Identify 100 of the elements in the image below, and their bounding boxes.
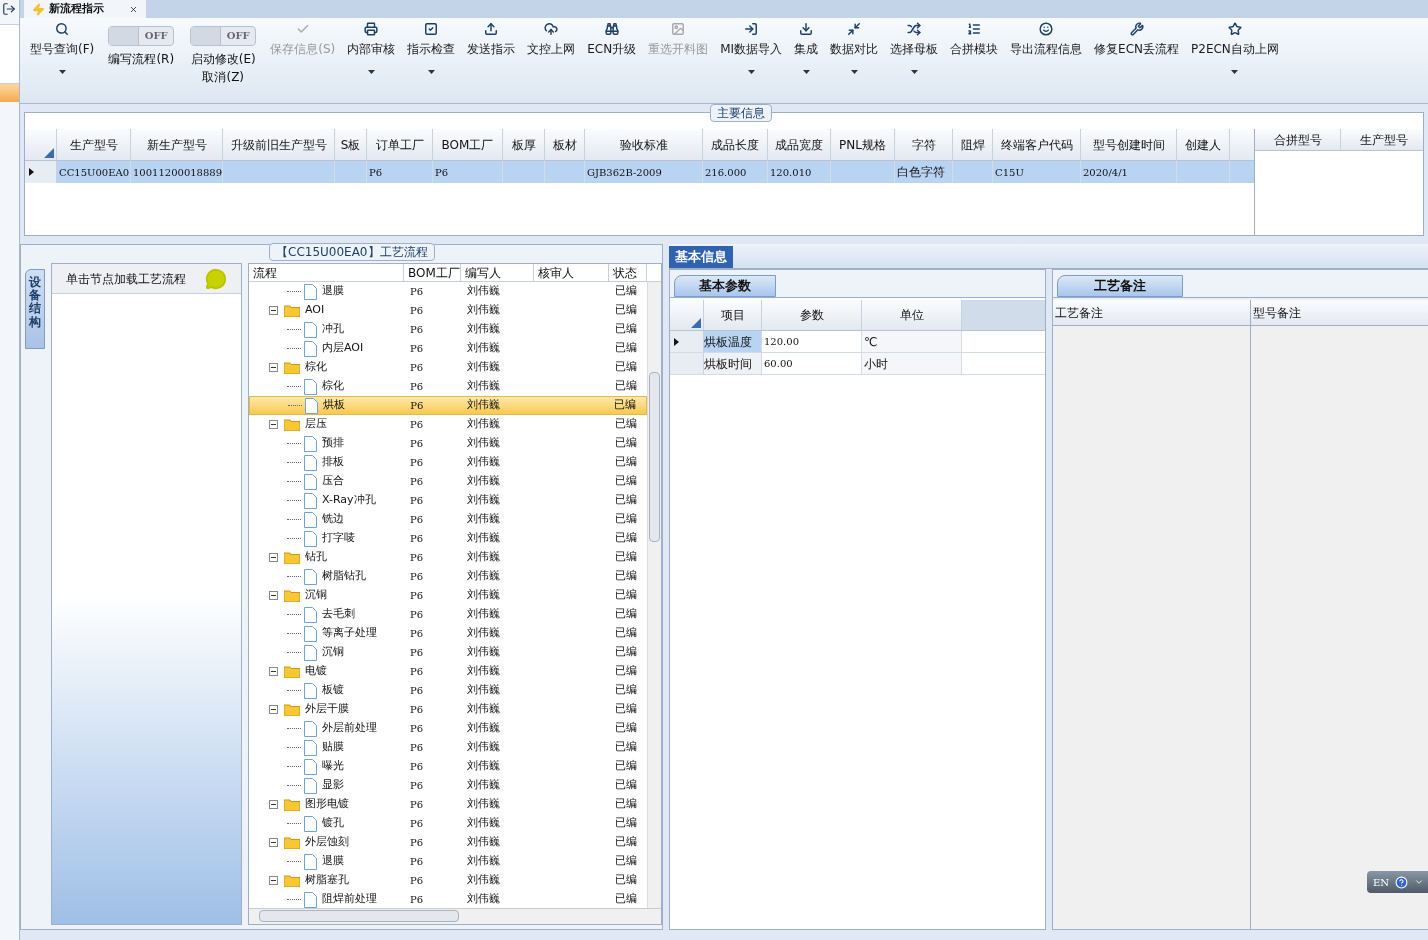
column-header[interactable]: 编写人 [461,264,534,281]
toolbar-button[interactable]: MI数据导入 [714,18,789,102]
tree-row[interactable]: X-Ray冲孔 P6 刘伟巍 已编 [249,491,647,510]
tree-row[interactable]: 等离子处理 P6 刘伟巍 已编 [249,624,647,643]
column-header[interactable]: 阻焊 [953,129,993,160]
panel-tab[interactable]: 基本信息 [669,246,733,268]
minus-box-icon[interactable] [269,363,278,372]
column-header[interactable]: 升级前旧生产型号 [223,129,335,160]
toolbar-button[interactable]: 集成 [788,18,825,102]
toolbar-button[interactable]: 修复ECN丢流程 [1088,18,1186,102]
column-header[interactable]: 字符 [895,129,953,160]
column-header[interactable]: 板厚 [503,129,545,160]
tree-row[interactable]: 贴膜 P6 刘伟巍 已编 [249,738,647,757]
column-header[interactable]: 合拼型号 [1255,129,1341,150]
tree-row[interactable]: 板镀 P6 刘伟巍 已编 [249,681,647,700]
tree-row[interactable]: 退膜 P6 刘伟巍 已编 [249,282,647,301]
tree-row[interactable]: 电镀 P6 刘伟巍 已编 [249,662,647,681]
toggle-switch[interactable]: OFF [190,26,257,46]
tree-row[interactable]: 棕化 P6 刘伟巍 已编 [249,377,647,396]
tree-row[interactable]: 棕化 P6 刘伟巍 已编 [249,358,647,377]
document-tab[interactable]: 新流程指示 [24,0,146,18]
toolbar-button[interactable]: P2ECN自动上网 [1185,18,1285,102]
column-header[interactable]: 型号备注 [1251,300,1428,325]
panel-tab[interactable]: 工艺备注 [1057,275,1183,297]
tree-row[interactable]: AOI P6 刘伟巍 已编 [249,301,647,320]
column-header[interactable]: BOM工厂 [433,129,503,160]
tree-row[interactable]: 树脂钻孔 P6 刘伟巍 已编 [249,567,647,586]
tree-row[interactable]: 排板 P6 刘伟巍 已编 [249,453,647,472]
cancel-button[interactable]: 取消(Z) [202,68,245,86]
column-header[interactable]: 验收标准 [585,129,703,160]
tree-row[interactable]: 内层AOI P6 刘伟巍 已编 [249,339,647,358]
column-header[interactable]: BOM工厂 [404,264,461,281]
column-header[interactable]: 成品宽度 [768,129,831,160]
language-bar[interactable]: EN [1367,871,1428,893]
minus-box-icon[interactable] [269,876,278,885]
column-header[interactable]: 订单工厂 [367,129,433,160]
vertical-scrollbar[interactable] [647,282,661,908]
toolbar-button[interactable]: 内部审核 [341,18,402,102]
toolbar-button[interactable]: 数据对比 [824,18,885,102]
exit-icon[interactable] [2,2,16,16]
column-header[interactable]: 流程 [249,264,404,281]
tree-row[interactable]: 沉铜 P6 刘伟巍 已编 [249,586,647,605]
minus-box-icon[interactable] [269,420,278,429]
column-header[interactable]: 生产型号 [1341,129,1423,150]
toolbar-button[interactable]: 指示检查 [401,18,462,102]
toolbar-button[interactable]: 选择母板 [884,18,945,102]
tree-row[interactable]: 外层干膜 P6 刘伟巍 已编 [249,700,647,719]
tree-row[interactable]: 去毛刺 P6 刘伟巍 已编 [249,605,647,624]
column-header[interactable]: S板 [335,129,367,160]
tree-row[interactable]: 层压 P6 刘伟巍 已编 [249,415,647,434]
minus-box-icon[interactable] [269,800,278,809]
horizontal-scrollbar[interactable] [249,908,661,924]
column-header[interactable]: 状态 [609,264,647,281]
column-header[interactable]: 终端客户代码 [993,129,1081,160]
column-header[interactable]: 项目 [704,300,762,330]
minus-box-icon[interactable] [269,306,278,315]
tree-row[interactable]: 外层蚀刻 P6 刘伟巍 已编 [249,833,647,852]
toggle-switch[interactable]: OFF [108,26,175,46]
column-header[interactable]: 参数 [762,300,862,330]
minus-box-icon[interactable] [269,591,278,600]
column-header[interactable]: 板材 [545,129,585,160]
tree-row[interactable]: 树脂塞孔 P6 刘伟巍 已编 [249,871,647,890]
tree-row[interactable]: 退膜 P6 刘伟巍 已编 [249,852,647,871]
table-cell[interactable]: 烘板温度 [704,331,762,352]
tree-row[interactable]: 冲孔 P6 刘伟巍 已编 [249,320,647,339]
tree-row[interactable]: 曝光 P6 刘伟巍 已编 [249,757,647,776]
minus-box-icon[interactable] [269,667,278,676]
toolbar-button[interactable]: 导出流程信息 [1004,18,1089,102]
toolbar-button[interactable]: 发送指示 [461,18,522,102]
minus-box-icon[interactable] [269,705,278,714]
column-header[interactable]: 生产型号 [57,129,131,160]
tree-row[interactable]: 显影 P6 刘伟巍 已编 [249,776,647,795]
close-icon[interactable] [129,4,138,14]
minus-box-icon[interactable] [269,553,278,562]
panel-tab[interactable]: 基本参数 [674,275,776,297]
vertical-tab[interactable]: 设备结构 [25,269,45,349]
column-header[interactable]: PNL规格 [831,129,895,160]
table-row[interactable]: CC15U00EA0 10011200018889 P6 P6 GJB362B-2009 216.000 120.010 白色字符 C15U 2020/4/1 [25,161,1254,183]
column-header[interactable]: 核审人 [534,264,609,281]
toolbar-button[interactable]: ECN升级 [581,18,643,102]
tree-row[interactable]: 压合 P6 刘伟巍 已编 [249,472,647,491]
toolbar-button[interactable]: 文控上网 [521,18,582,102]
tree-row[interactable]: 镀孔 P6 刘伟巍 已编 [249,814,647,833]
column-header[interactable]: 创建人 [1177,129,1230,160]
tree-row[interactable]: 沉铜 P6 刘伟巍 已编 [249,643,647,662]
toolbar-button[interactable]: 型号查询(F) [24,18,101,102]
tree-row[interactable]: 图形电镀 P6 刘伟巍 已编 [249,795,647,814]
tree-row[interactable]: 烘板 P6 刘伟巍 已编 [249,396,647,415]
minus-box-icon[interactable] [269,838,278,847]
toolbar-button[interactable]: 合拼模块 [944,18,1005,102]
column-header[interactable]: 成品长度 [703,129,768,160]
column-header[interactable]: 新生产型号 [131,129,223,160]
tree-row[interactable]: 预排 P6 刘伟巍 已编 [249,434,647,453]
column-header[interactable]: 工艺备注 [1053,300,1251,325]
tree-row[interactable]: 打字唛 P6 刘伟巍 已编 [249,529,647,548]
tree-row[interactable]: 钻孔 P6 刘伟巍 已编 [249,548,647,567]
column-header[interactable]: 型号创建时间 [1081,129,1177,160]
tree-row[interactable]: 外层前处理 P6 刘伟巍 已编 [249,719,647,738]
table-cell[interactable]: 烘板时间 [704,353,762,374]
tree-row[interactable]: 铣边 P6 刘伟巍 已编 [249,510,647,529]
